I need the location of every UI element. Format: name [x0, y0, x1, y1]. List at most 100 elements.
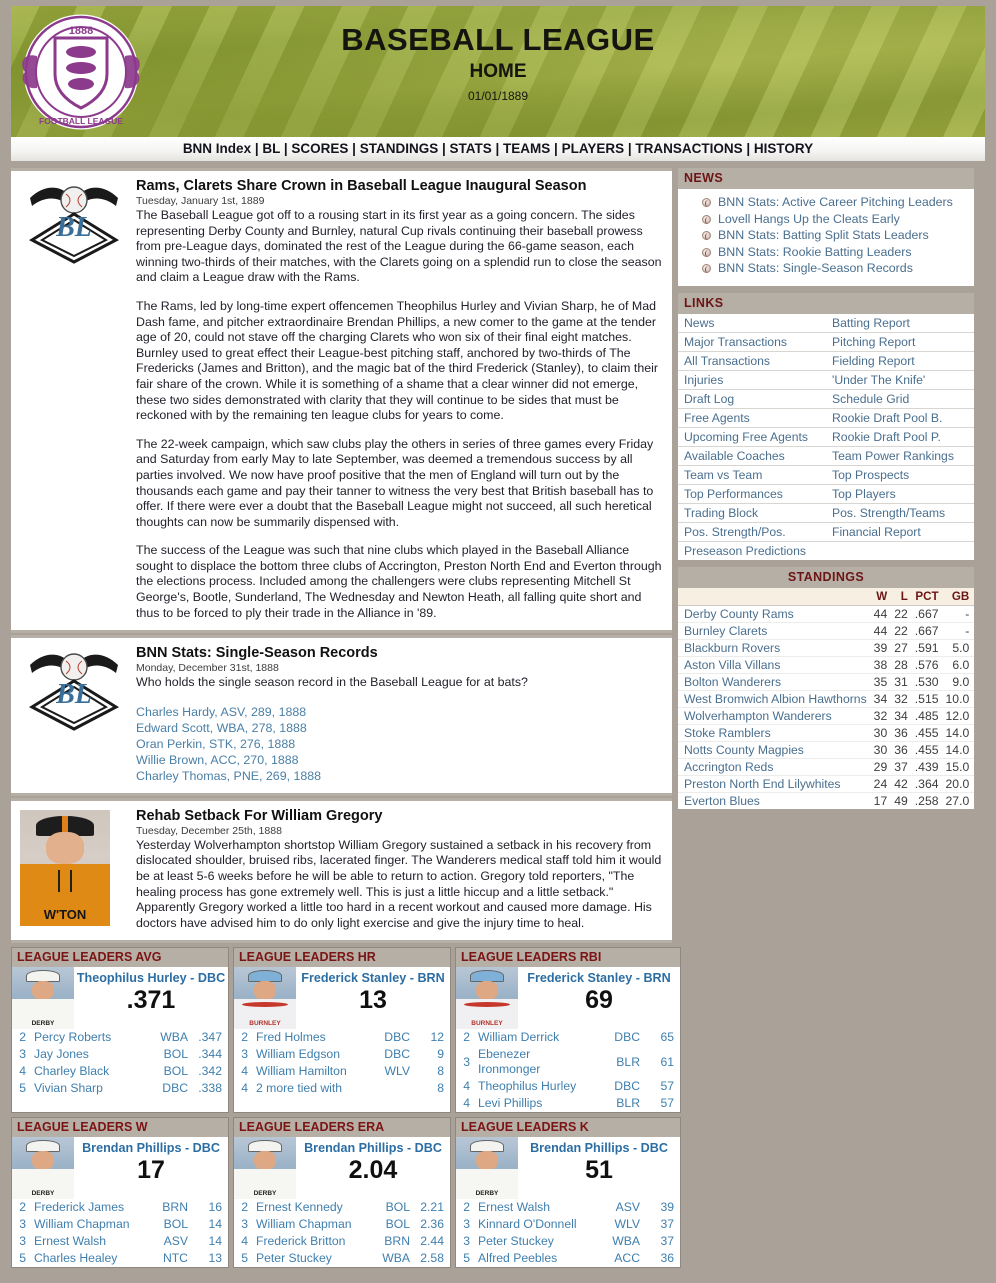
leader-player-name[interactable]: Frederick Stanley - BRN — [518, 971, 680, 985]
standings-team-name[interactable]: Accrington Reds — [678, 758, 872, 776]
leader-name-cell[interactable]: Jay Jones — [30, 1046, 144, 1063]
leader-name-cell[interactable]: Theophilus Hurley — [474, 1078, 596, 1095]
leader-name-cell[interactable]: Vivian Sharp — [30, 1080, 144, 1097]
link-team-vs-team[interactable]: Team vs Team — [678, 465, 826, 485]
nav-item-players[interactable]: PLAYERS — [562, 141, 625, 156]
leader-value-cell: 2.58 — [420, 1251, 444, 1266]
nav-item-scores[interactable]: SCORES — [291, 141, 348, 156]
news-item[interactable]: BNN Stats: Active Career Pitching Leader… — [702, 195, 968, 211]
standings-cell: .258 — [914, 793, 939, 808]
nav-item-bnn-index[interactable]: BNN Index — [183, 141, 251, 156]
link-top-players[interactable]: Top Players — [826, 484, 974, 504]
standings-team-name[interactable]: Stoke Ramblers — [678, 724, 872, 742]
leader-name-cell[interactable]: Percy Roberts — [30, 1029, 144, 1046]
article-paragraph: The success of the League was such that … — [136, 543, 662, 620]
link-injuries[interactable]: Injuries — [678, 370, 826, 390]
leader-player-name[interactable]: Brendan Phillips - DBC — [296, 1141, 450, 1155]
article-title[interactable]: Rehab Setback For William Gregory — [136, 808, 663, 824]
leader-name-cell[interactable]: Ernest Kennedy — [252, 1199, 366, 1216]
links-row: Free Agents Rookie Draft Pool B. — [678, 408, 974, 428]
leader-name-cell[interactable]: Ebenezer Ironmonger — [474, 1046, 596, 1078]
leader-value-cell: 65 — [660, 1030, 674, 1045]
link-top-performances[interactable]: Top Performances — [678, 484, 826, 504]
link-free-agents[interactable]: Free Agents — [678, 408, 826, 428]
leader-player-name[interactable]: Brendan Phillips - DBC — [74, 1141, 228, 1155]
leader-name-cell[interactable]: Kinnard O'Donnell — [474, 1216, 596, 1233]
leader-name-cell[interactable]: Peter Stuckey — [474, 1233, 596, 1250]
link-financial-report[interactable]: Financial Report — [826, 522, 974, 542]
standings-col-w[interactable]: W — [871, 587, 893, 606]
leader-name-cell[interactable]: Levi Phillips — [474, 1095, 596, 1112]
link-upcoming-free-agents[interactable]: Upcoming Free Agents — [678, 427, 826, 447]
standings-col-team[interactable] — [678, 587, 872, 606]
link-schedule-grid[interactable]: Schedule Grid — [826, 389, 974, 409]
nav-item-teams[interactable]: TEAMS — [503, 141, 550, 156]
leader-name-cell[interactable]: 2 more tied with — [252, 1080, 366, 1097]
leader-name-cell[interactable]: Charles Healey — [30, 1250, 144, 1267]
leader-name-cell[interactable]: Charley Black — [30, 1063, 144, 1080]
link-team-power-rankings[interactable]: Team Power Rankings — [826, 446, 974, 466]
leader-name-cell[interactable]: Peter Stuckey — [252, 1250, 366, 1267]
link-fielding-report[interactable]: Fielding Report — [826, 351, 974, 371]
standings-team-name[interactable]: West Bromwich Albion Hawthorns — [678, 690, 872, 708]
standings-cell: 6.0 — [943, 656, 975, 674]
link-top-prospects[interactable]: Top Prospects — [826, 465, 974, 485]
standings-team-name[interactable]: Everton Blues — [678, 792, 872, 809]
standings-team-name[interactable]: Bolton Wanderers — [678, 673, 872, 691]
standings-team-name[interactable]: Notts County Magpies — [678, 741, 872, 759]
baseball-bullet-icon — [702, 247, 711, 257]
news-item[interactable]: BNN Stats: Rookie Batting Leaders — [702, 245, 968, 261]
leader-name-cell[interactable]: Ernest Walsh — [30, 1233, 144, 1250]
nav-item-stats[interactable]: STATS — [450, 141, 492, 156]
link--under-the-knife-[interactable]: 'Under The Knife' — [826, 370, 974, 390]
nav-item-standings[interactable]: STANDINGS — [360, 141, 439, 156]
leader-name-cell[interactable]: Fred Holmes — [252, 1029, 366, 1046]
leader-name-cell[interactable]: William Edgson — [252, 1046, 366, 1063]
link-preseason-predictions[interactable]: Preseason Predictions — [678, 541, 826, 560]
leader-name-cell[interactable]: William Hamilton — [252, 1063, 366, 1080]
news-item[interactable]: Lovell Hangs Up the Cleats Early — [702, 212, 968, 228]
link-available-coaches[interactable]: Available Coaches — [678, 446, 826, 466]
leader-name-cell[interactable]: Alfred Peebles — [474, 1250, 596, 1267]
leader-name-cell[interactable]: William Chapman — [252, 1216, 366, 1233]
link-batting-report[interactable]: Batting Report — [826, 313, 974, 333]
link-news[interactable]: News — [678, 313, 826, 333]
standings-cell: 28 — [892, 656, 913, 674]
standings-team-name[interactable]: Wolverhampton Wanderers — [678, 707, 872, 725]
news-item[interactable]: BNN Stats: Single-Season Records — [702, 261, 968, 277]
leader-name-cell[interactable]: Ernest Walsh — [474, 1199, 596, 1216]
standings-team-name[interactable]: Aston Villa Villans — [678, 656, 872, 674]
leader-player-name[interactable]: Frederick Stanley - BRN — [296, 971, 450, 985]
link-trading-block[interactable]: Trading Block — [678, 503, 826, 523]
main-navigation[interactable]: BNN Index | BL | SCORES | STANDINGS | ST… — [11, 137, 985, 161]
link-major-transactions[interactable]: Major Transactions — [678, 332, 826, 352]
standings-team-name[interactable]: Preston North End Lilywhites — [678, 775, 872, 793]
nav-item-transactions[interactable]: TRANSACTIONS — [635, 141, 742, 156]
record-entry: Edward Scott, WBA, 278, 1888 — [136, 720, 307, 735]
article-title[interactable]: BNN Stats: Single-Season Records — [136, 645, 663, 661]
leader-name-cell[interactable]: Frederick Britton — [252, 1233, 366, 1250]
leader-player-name[interactable]: Theophilus Hurley - DBC — [74, 971, 228, 985]
standings-col-gb[interactable]: GB — [943, 587, 975, 606]
link-pos-strength-teams[interactable]: Pos. Strength/Teams — [826, 503, 974, 523]
standings-team-name[interactable]: Derby County Rams — [678, 605, 872, 623]
article-title[interactable]: Rams, Clarets Share Crown in Baseball Le… — [136, 178, 663, 194]
leader-name-cell[interactable]: Frederick James — [30, 1199, 144, 1216]
link-draft-log[interactable]: Draft Log — [678, 389, 826, 409]
news-item[interactable]: BNN Stats: Batting Split Stats Leaders — [702, 228, 968, 244]
standings-col-l[interactable]: L — [892, 587, 913, 606]
leader-name-cell[interactable]: William Chapman — [30, 1216, 144, 1233]
standings-team-name[interactable]: Burnley Clarets — [678, 622, 872, 640]
nav-item-history[interactable]: HISTORY — [754, 141, 813, 156]
standings-col-pct[interactable]: PCT — [912, 587, 944, 606]
standings-panel-heading: STANDINGS — [678, 566, 974, 588]
link-pos-strength-pos-[interactable]: Pos. Strength/Pos. — [678, 522, 826, 542]
link-rookie-draft-pool-b-[interactable]: Rookie Draft Pool B. — [826, 408, 974, 428]
link-all-transactions[interactable]: All Transactions — [678, 351, 826, 371]
standings-team-name[interactable]: Blackburn Rovers — [678, 639, 872, 657]
link-pitching-report[interactable]: Pitching Report — [826, 332, 974, 352]
nav-item-bl[interactable]: BL — [262, 141, 280, 156]
link-rookie-draft-pool-p-[interactable]: Rookie Draft Pool P. — [826, 427, 974, 447]
leader-player-name[interactable]: Brendan Phillips - DBC — [518, 1141, 680, 1155]
leader-name-cell[interactable]: William Derrick — [474, 1029, 596, 1046]
